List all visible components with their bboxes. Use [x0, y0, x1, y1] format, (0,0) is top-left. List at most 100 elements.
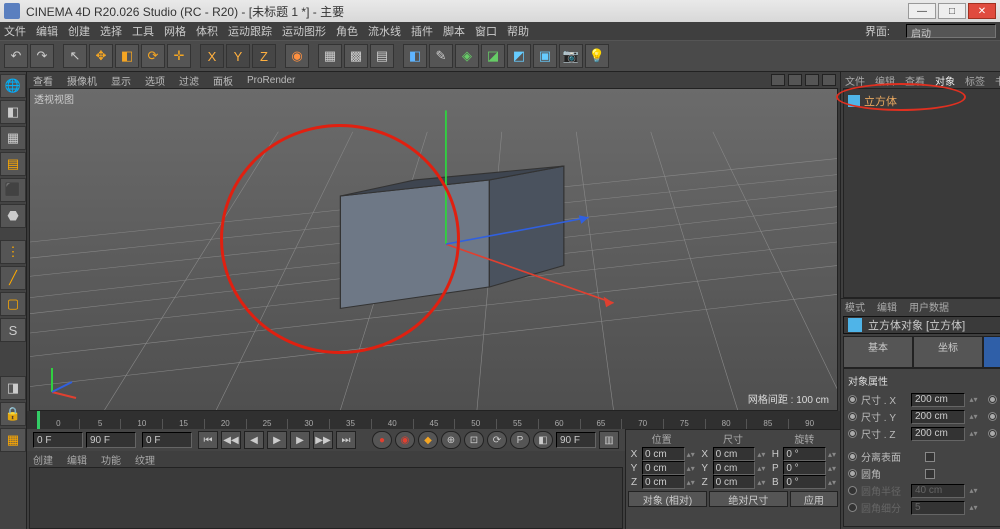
viewport-nav-icon[interactable]: [822, 74, 836, 86]
axis-x-toggle[interactable]: X: [200, 44, 224, 68]
layout-dropdown[interactable]: 启动: [906, 24, 996, 38]
fillet-checkbox[interactable]: [925, 469, 935, 479]
spinner-icon[interactable]: ▴▾: [969, 486, 978, 495]
add-pen-button[interactable]: ✎: [429, 44, 453, 68]
axis-mode-button[interactable]: ⬣: [0, 204, 26, 228]
vmenu-filter[interactable]: 过滤: [179, 73, 199, 88]
minimize-button[interactable]: —: [908, 3, 936, 19]
omtab-bookmarks[interactable]: 书签: [995, 73, 1000, 88]
viewport-nav-icon[interactable]: [771, 74, 785, 86]
play-button[interactable]: ▶: [267, 431, 287, 449]
attrtab-userdata[interactable]: 用户数据: [909, 299, 949, 314]
vmenu-camera[interactable]: 摄像机: [67, 73, 97, 88]
add-cube-button[interactable]: ◧: [403, 44, 427, 68]
viewport-nav-icon[interactable]: [788, 74, 802, 86]
coord-apply-button[interactable]: 应用: [790, 491, 838, 507]
size-field[interactable]: [713, 475, 756, 489]
close-button[interactable]: ✕: [968, 3, 996, 19]
add-deformer-button[interactable]: ◩: [507, 44, 531, 68]
workplane-button[interactable]: ▤: [0, 152, 26, 176]
add-light-button[interactable]: 💡: [585, 44, 609, 68]
menu-select[interactable]: 选择: [100, 23, 122, 39]
scale-tool[interactable]: ◧: [115, 44, 139, 68]
spinner-icon[interactable]: ▴▾: [687, 464, 697, 473]
pgtab-basic[interactable]: 基本: [843, 336, 913, 368]
keyframe-sel-button[interactable]: ◆: [418, 431, 438, 449]
render-view-button[interactable]: ▦: [318, 44, 342, 68]
next-key-button[interactable]: ▶▶: [313, 431, 333, 449]
btab-edit[interactable]: 编辑: [67, 452, 87, 467]
key-scale-button[interactable]: ⊡: [464, 431, 484, 449]
render-region-button[interactable]: ▩: [344, 44, 368, 68]
menu-motrack[interactable]: 运动跟踪: [228, 23, 272, 39]
spinner-icon[interactable]: ▴▾: [828, 478, 838, 487]
add-environment-button[interactable]: ▣: [533, 44, 557, 68]
vmenu-options[interactable]: 选项: [145, 73, 165, 88]
frame-current-field[interactable]: [142, 432, 192, 448]
spinner-icon[interactable]: ▴▾: [828, 450, 838, 459]
menu-plugins[interactable]: 插件: [411, 23, 433, 39]
add-nurbs-button[interactable]: ◈: [455, 44, 479, 68]
size-field[interactable]: [713, 447, 756, 461]
goto-end-button[interactable]: ⏭: [336, 431, 356, 449]
timeline-ruler[interactable]: 0 5 10 15 20 25 30 35 40 45 50 55 60 65 …: [27, 411, 840, 429]
material-manager[interactable]: [29, 467, 623, 529]
menu-mesh[interactable]: 网格: [164, 23, 186, 39]
frame-end-field[interactable]: [86, 432, 136, 448]
object-manager[interactable]: 立方体 ✓ :: [843, 88, 1000, 298]
btab-create[interactable]: 创建: [33, 452, 53, 467]
frame-end2-field[interactable]: [556, 432, 596, 448]
viewport-solo-button[interactable]: ◨: [0, 376, 26, 400]
key-param-button[interactable]: P: [510, 431, 530, 449]
record-button[interactable]: ●: [372, 431, 392, 449]
render-settings-button[interactable]: ▤: [370, 44, 394, 68]
playhead-icon[interactable]: [37, 411, 40, 429]
size-field[interactable]: [911, 427, 965, 441]
coord-sys-button[interactable]: ◉: [285, 44, 309, 68]
menu-character[interactable]: 角色: [336, 23, 358, 39]
select-tool[interactable]: ↖: [63, 44, 87, 68]
undo-button[interactable]: ↶: [4, 44, 28, 68]
spinner-icon[interactable]: ▴▾: [757, 478, 767, 487]
vmenu-panel[interactable]: 面板: [213, 73, 233, 88]
spinner-icon[interactable]: ▴▾: [969, 395, 978, 404]
spinner-icon[interactable]: ▴▾: [687, 478, 697, 487]
attrtab-mode[interactable]: 模式: [845, 299, 865, 314]
prev-key-button[interactable]: ◀◀: [221, 431, 241, 449]
spinner-icon[interactable]: ▴▾: [828, 464, 838, 473]
spinner-icon[interactable]: ▴▾: [757, 450, 767, 459]
workplane-snap-button[interactable]: ▦: [0, 428, 26, 452]
prev-frame-button[interactable]: ◀: [244, 431, 264, 449]
menu-create[interactable]: 创建: [68, 23, 90, 39]
goto-start-button[interactable]: ⏮: [198, 431, 218, 449]
move-tool[interactable]: ✥: [89, 44, 113, 68]
spinner-icon[interactable]: ▴▾: [757, 464, 767, 473]
menu-edit[interactable]: 编辑: [36, 23, 58, 39]
coord-mode-dropdown[interactable]: 对象 (相对): [628, 491, 707, 507]
fillet-radius-field[interactable]: [911, 484, 965, 498]
rotate-tool[interactable]: ⟳: [141, 44, 165, 68]
btab-texture[interactable]: 纹理: [135, 452, 155, 467]
menu-mograph[interactable]: 运动图形: [282, 23, 326, 39]
pgtab-object[interactable]: 对象: [983, 336, 1000, 368]
pos-field[interactable]: [642, 447, 685, 461]
uv-mode-button[interactable]: S: [0, 318, 26, 342]
menu-window[interactable]: 窗口: [475, 23, 497, 39]
vmenu-view[interactable]: 查看: [33, 73, 53, 88]
btab-function[interactable]: 功能: [101, 452, 121, 467]
polygon-mode-button[interactable]: ▢: [0, 292, 26, 316]
model-mode-button[interactable]: ◧: [0, 100, 26, 124]
separate-checkbox[interactable]: [925, 452, 935, 462]
texture-mode-button[interactable]: ▦: [0, 126, 26, 150]
size-field[interactable]: [713, 461, 756, 475]
add-generator-button[interactable]: ◪: [481, 44, 505, 68]
size-field[interactable]: [911, 410, 965, 424]
key-rot-button[interactable]: ⟳: [487, 431, 507, 449]
key-pla-button[interactable]: ◧: [533, 431, 553, 449]
perspective-viewport[interactable]: 透视视图: [29, 88, 838, 411]
axis-y-toggle[interactable]: Y: [226, 44, 250, 68]
rot-field[interactable]: [783, 475, 826, 489]
menu-pipeline[interactable]: 流水线: [368, 23, 401, 39]
pgtab-coord[interactable]: 坐标: [913, 336, 983, 368]
menu-help[interactable]: 帮助: [507, 23, 529, 39]
